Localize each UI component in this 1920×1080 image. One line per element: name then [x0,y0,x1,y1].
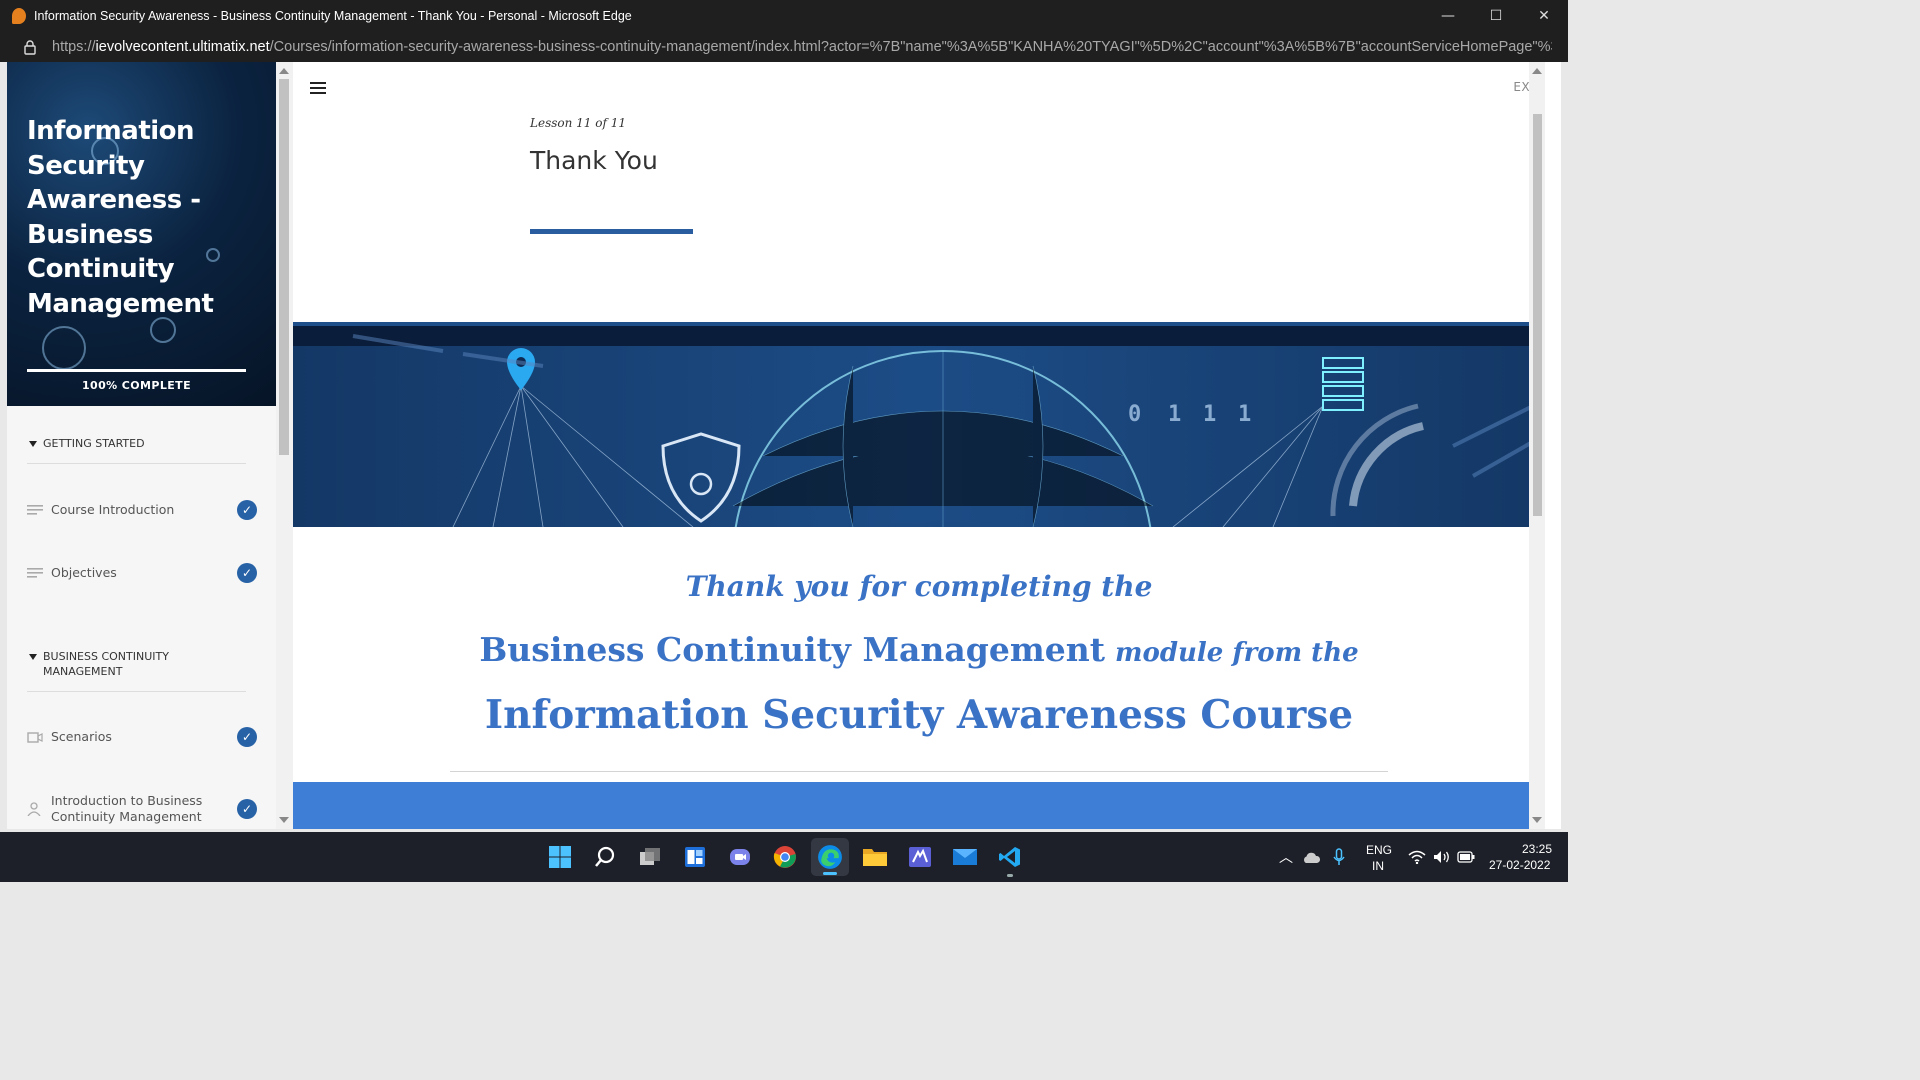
url-text[interactable]: https://ievolvecontent.ultimatix.net/Cou… [52,39,1552,55]
menu-hamburger-icon[interactable] [310,82,326,94]
lesson-introduction-to-bcm[interactable]: Introduction to Business Continuity Mana… [27,789,257,829]
text-lines-icon [27,505,43,515]
course-title: Information Security Awareness - Busines… [27,116,214,319]
main-scrollbar[interactable] [1529,62,1545,829]
section-getting-started[interactable]: GETTING STARTED [27,436,246,464]
check-icon: ✓ [237,500,257,520]
scroll-up-arrow-icon[interactable] [1532,68,1542,74]
scroll-down-arrow-icon[interactable] [1532,817,1542,823]
windows-start-icon[interactable] [544,841,576,873]
clock-time[interactable]: 23:25 [1522,842,1552,856]
title-underline [530,229,693,234]
lock-icon[interactable] [22,39,38,55]
svg-text:1: 1 [1203,402,1216,427]
sidebar-scroll-thumb[interactable] [279,79,289,455]
lesson-content: EXIT Lesson 11 of 11 Thank You 0 1 1 1 T… [293,62,1545,829]
window-titlebar: Information Security Awareness - Busines… [0,0,1568,31]
scroll-up-arrow-icon[interactable] [279,68,289,74]
url-path: /Courses/information-security-awareness-… [269,38,1552,55]
volume-icon[interactable] [1433,850,1451,864]
cyber-banner-image: 0111 [293,326,1545,527]
window-title: Information Security Awareness - Busines… [34,8,632,23]
svg-text:1: 1 [1168,402,1181,427]
lesson-label: Course Introduction [51,502,175,517]
minimize-button[interactable]: — [1424,0,1472,31]
check-icon: ✓ [237,799,257,819]
section-label: GETTING STARTED [43,437,145,450]
widgets-icon[interactable] [679,841,711,873]
decor-lock-icon [42,326,86,370]
section-label: BUSINESS CONTINUITY MANAGEMENT [43,650,169,678]
microphone-icon[interactable] [1333,848,1345,866]
app-icon[interactable] [904,841,936,873]
browser-page: Information Security Awareness - Busines… [7,62,1561,829]
svg-text:1: 1 [1238,402,1251,427]
address-bar[interactable]: https://ievolvecontent.ultimatix.net/Cou… [0,31,1568,62]
lesson-counter: Lesson 11 of 11 [530,116,626,130]
main-scroll-thumb[interactable] [1533,114,1542,516]
scroll-down-arrow-icon[interactable] [279,817,289,823]
clock-date[interactable]: 27-02-2022 [1489,858,1550,872]
vscode-icon[interactable] [994,841,1026,877]
thanks-module-line: Business Continuity Management module fro… [293,630,1545,669]
person-icon [27,802,41,816]
thanks-line: Thank you for completing the [685,570,1153,603]
windows-taskbar: ︿ ENG IN 23:25 27-02-2022 [0,832,1568,882]
edge-icon[interactable] [811,838,849,876]
input-language[interactable]: ENG [1366,843,1392,857]
caret-down-icon [29,441,37,447]
lesson-scenarios[interactable]: Scenarios ✓ [27,717,257,757]
close-button[interactable]: ✕ [1520,0,1568,31]
chrome-icon[interactable] [769,841,801,873]
active-app-indicator [823,872,837,875]
progress-bar [27,369,246,372]
divider [450,771,1388,772]
lesson-course-introduction[interactable]: Course Introduction ✓ [27,490,257,530]
text-lines-icon [27,568,43,578]
maximize-button[interactable]: ☐ [1472,0,1520,31]
course-name: Information Security Awareness Course [484,692,1354,738]
lesson-title: Thank You [530,146,658,175]
onedrive-cloud-icon[interactable] [1301,850,1321,864]
lesson-label: Objectives [51,565,117,580]
battery-icon[interactable] [1457,851,1475,863]
show-hidden-icons-chevron-icon[interactable]: ︿ [1279,847,1293,867]
video-icon [27,732,43,743]
url-scheme: https:// [52,38,96,55]
sidebar-scrollbar[interactable] [276,62,293,829]
lesson-label: Introduction to Business Continuity Mana… [51,793,203,824]
progress-label: 100% COMPLETE [82,379,191,392]
module-name: Business Continuity Management [479,630,1105,669]
module-suffix: module from the [1114,638,1359,668]
next-block [293,782,1545,829]
mail-icon[interactable] [949,841,981,873]
caret-down-icon [29,654,37,660]
lesson-objectives[interactable]: Objectives ✓ [27,553,257,593]
lesson-label: Scenarios [51,729,112,744]
edge-profile-icon [12,7,26,24]
task-view-icon[interactable] [634,841,666,873]
check-icon: ✓ [237,727,257,747]
svg-text:0: 0 [1128,402,1141,427]
cyber-globe-illustration: 0111 [293,326,1545,527]
open-app-indicator [1007,874,1013,877]
check-icon: ✓ [237,563,257,583]
search-icon[interactable] [589,841,621,873]
course-hero: Information Security Awareness - Busines… [7,62,276,406]
input-region[interactable]: IN [1372,859,1384,873]
teams-chat-icon[interactable] [724,841,756,873]
wifi-icon[interactable] [1408,850,1426,864]
course-sidebar: Information Security Awareness - Busines… [7,62,276,829]
section-business-continuity-management[interactable]: BUSINESS CONTINUITY MANAGEMENT [27,649,246,692]
url-host: ievolvecontent.ultimatix.net [95,38,270,55]
file-explorer-icon[interactable] [859,841,891,873]
